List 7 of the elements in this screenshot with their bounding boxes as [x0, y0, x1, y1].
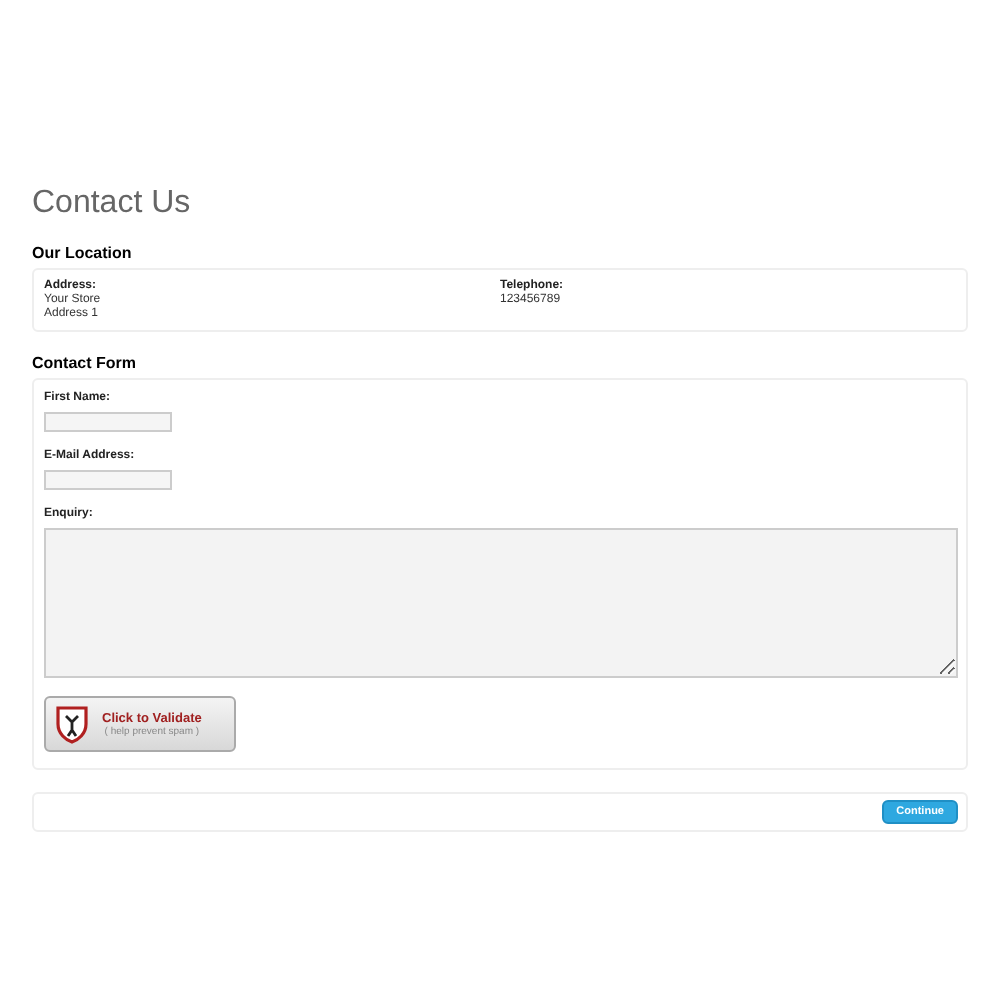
section-heading: Our Location	[32, 244, 134, 262]
enquiry-field[interactable]	[44, 528, 958, 678]
page-title: Contact Us	[32, 186, 193, 222]
section-heading: Contact Form	[32, 354, 138, 372]
shield-icon	[54, 704, 90, 744]
input-field[interactable]	[44, 470, 172, 490]
input-field[interactable]	[44, 412, 172, 432]
